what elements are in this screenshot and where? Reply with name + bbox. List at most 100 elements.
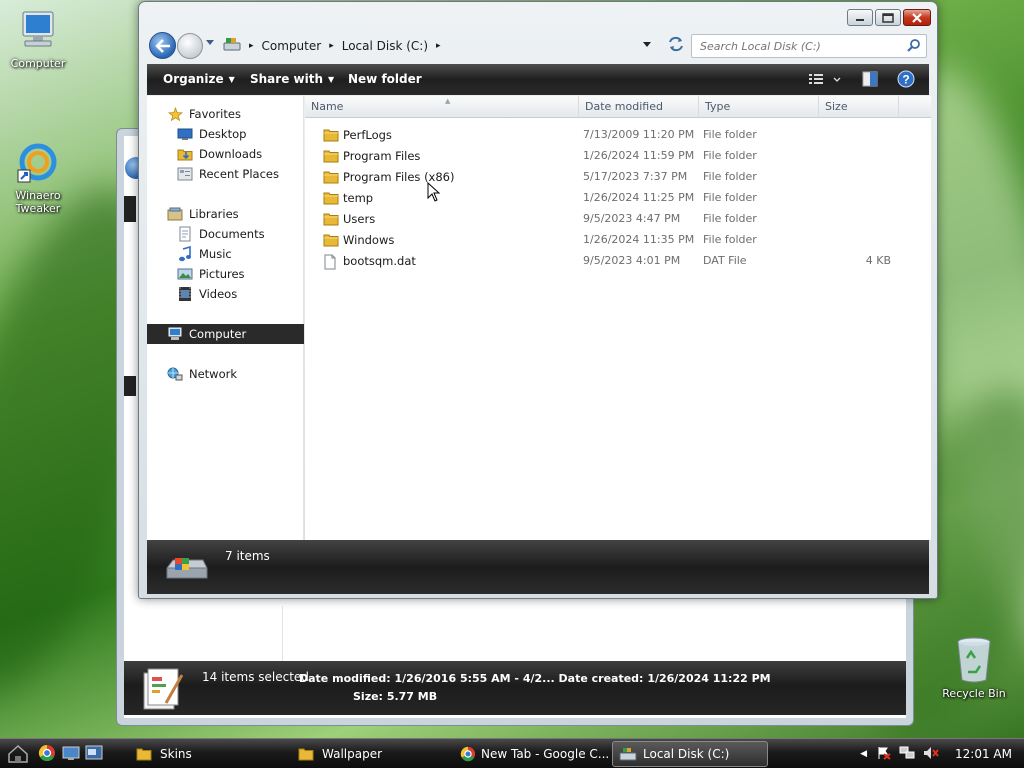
file-date-modified: 9/5/2023 4:47 PM xyxy=(583,212,681,225)
chrome-icon xyxy=(38,744,55,762)
nav-computer[interactable]: Computer xyxy=(147,324,304,344)
background-command-bar-edge xyxy=(124,196,136,222)
back-button[interactable] xyxy=(149,32,176,59)
file-name: PerfLogs xyxy=(343,128,392,142)
file-date-modified: 7/13/2009 11:20 PM xyxy=(583,128,695,141)
file-name: Users xyxy=(343,212,376,226)
navigation-pane: Favorites Desktop Downloads Recent Place… xyxy=(147,96,304,540)
file-row[interactable]: Program Files (x86) 5/17/2023 7:37 PM File… xyxy=(305,167,931,188)
details-pane: 7 items xyxy=(147,540,929,594)
column-header-size[interactable]: Size xyxy=(819,96,899,118)
taskbar-button-chrome[interactable]: New Tab - Google C... xyxy=(454,741,610,767)
address-history-dropdown[interactable] xyxy=(643,42,651,47)
pictures-icon xyxy=(177,266,193,282)
switch-windows-icon xyxy=(85,745,103,760)
nav-desktop-label: Desktop xyxy=(199,127,247,141)
file-type: File folder xyxy=(703,212,757,225)
search-icon[interactable] xyxy=(907,39,920,55)
tray-expand-icon[interactable]: ◀ xyxy=(860,749,867,759)
breadcrumb-computer[interactable]: Computer xyxy=(262,39,322,53)
nav-network[interactable]: Network xyxy=(147,364,304,384)
system-tray: ◀ 12:01 AM xyxy=(860,739,1024,768)
desktop-icon-recycle-bin[interactable]: Recycle Bin xyxy=(939,636,1009,700)
nav-favorites[interactable]: Favorites xyxy=(147,104,304,124)
file-name: temp xyxy=(343,191,374,205)
file-date-modified: 9/5/2023 4:01 PM xyxy=(583,254,681,267)
network-tray-icon[interactable] xyxy=(899,746,915,763)
file-row[interactable]: temp 1/26/2024 11:25 PM File folder xyxy=(305,188,931,209)
address-bar[interactable]: ▸ Computer ▸ Local Disk (C:) ▸ xyxy=(219,33,663,58)
file-size: 4 KB xyxy=(865,254,891,267)
nav-pictures[interactable]: Pictures xyxy=(147,264,304,284)
size-value: 5.77 MB xyxy=(386,690,438,703)
breadcrumb-local-disk[interactable]: Local Disk (C:) xyxy=(342,39,428,53)
help-icon: ? xyxy=(897,70,915,88)
folder-icon xyxy=(323,233,339,250)
sort-ascending-icon: ▲ xyxy=(445,97,451,105)
nav-libraries[interactable]: Libraries xyxy=(147,204,304,224)
close-button[interactable] xyxy=(903,9,931,26)
videos-icon xyxy=(177,286,193,302)
file-icon xyxy=(323,254,337,273)
organize-button[interactable]: Organize ▼ xyxy=(163,72,235,86)
breadcrumb-separator[interactable]: ▸ xyxy=(249,41,254,51)
folder-icon xyxy=(136,748,152,761)
file-row[interactable]: Windows 1/26/2024 11:35 PM File folder xyxy=(305,230,931,251)
preview-pane-icon xyxy=(862,71,878,87)
folder-icon xyxy=(298,748,314,761)
nav-desktop[interactable]: Desktop xyxy=(147,124,304,144)
nav-recent-places[interactable]: Recent Places xyxy=(147,164,304,184)
forward-button[interactable] xyxy=(177,33,203,59)
nav-computer-label: Computer xyxy=(189,327,247,341)
taskbar-button-skins[interactable]: Skins xyxy=(130,741,290,767)
folder-icon xyxy=(323,212,339,229)
quicklaunch-switch-windows[interactable] xyxy=(85,744,103,765)
file-date-modified: 1/26/2024 11:25 PM xyxy=(583,191,695,204)
file-row[interactable]: Program Files 1/26/2024 11:59 PM File fold… xyxy=(305,146,931,167)
quicklaunch-chrome[interactable] xyxy=(38,744,56,765)
clock[interactable]: 12:01 AM xyxy=(955,747,1012,761)
maximize-button[interactable] xyxy=(875,9,901,26)
column-header-type[interactable]: Type xyxy=(699,96,819,118)
nav-downloads[interactable]: Downloads xyxy=(147,144,304,164)
quicklaunch-show-desktop[interactable] xyxy=(62,744,80,765)
column-header-name[interactable]: Name xyxy=(305,96,579,118)
share-with-button[interactable]: Share with ▼ xyxy=(250,72,334,86)
breadcrumb-separator[interactable]: ▸ xyxy=(436,41,441,51)
desktop-icon-winaero-tweaker[interactable]: Winaero Tweaker xyxy=(3,116,73,215)
explorer-window[interactable]: ▸ Computer ▸ Local Disk (C:) ▸ Organize ▼… xyxy=(138,1,938,599)
show-desktop-icon xyxy=(62,746,80,760)
action-center-flag-icon[interactable] xyxy=(877,746,891,763)
minimize-button[interactable] xyxy=(847,9,873,26)
taskbar-button-wallpaper[interactable]: Wallpaper xyxy=(292,741,452,767)
file-row[interactable]: bootsqm.dat 9/5/2023 4:01 PM DAT File 4 KB xyxy=(305,251,931,272)
search-input[interactable] xyxy=(692,35,892,57)
search-box[interactable] xyxy=(691,34,927,58)
svg-text:?: ? xyxy=(902,73,909,87)
computer-icon xyxy=(167,326,183,342)
change-view-button[interactable] xyxy=(807,70,841,91)
new-folder-label: New folder xyxy=(348,72,422,86)
recent-pages-dropdown[interactable] xyxy=(206,40,214,45)
refresh-button[interactable] xyxy=(667,36,685,54)
file-row[interactable]: Users 9/5/2023 4:47 PM File folder xyxy=(305,209,931,230)
preview-pane-button[interactable] xyxy=(861,70,879,91)
taskbar-button-label: Local Disk (C:) xyxy=(643,747,730,761)
nav-documents[interactable]: Documents xyxy=(147,224,304,244)
new-folder-button[interactable]: New folder xyxy=(348,72,422,86)
volume-muted-icon[interactable] xyxy=(923,746,939,763)
desktop-icon-computer[interactable]: Computer xyxy=(3,8,73,70)
folder-icon xyxy=(323,128,339,145)
date-modified-value: 1/26/2016 5:55 AM - 4/2... xyxy=(394,672,555,685)
nav-videos[interactable]: Videos xyxy=(147,284,304,304)
breadcrumb-separator[interactable]: ▸ xyxy=(329,41,334,51)
view-list-icon xyxy=(809,74,841,84)
nav-music[interactable]: Music xyxy=(147,244,304,264)
nav-videos-label: Videos xyxy=(199,287,238,301)
recent-places-icon xyxy=(177,166,193,182)
taskbar-button-local-disk[interactable]: Local Disk (C:) xyxy=(612,741,768,767)
file-row[interactable]: PerfLogs 7/13/2009 11:20 PM File folder xyxy=(305,125,931,146)
help-button[interactable]: ? xyxy=(897,70,915,91)
start-button[interactable] xyxy=(6,742,30,768)
column-header-date-modified[interactable]: Date modified xyxy=(579,96,699,118)
